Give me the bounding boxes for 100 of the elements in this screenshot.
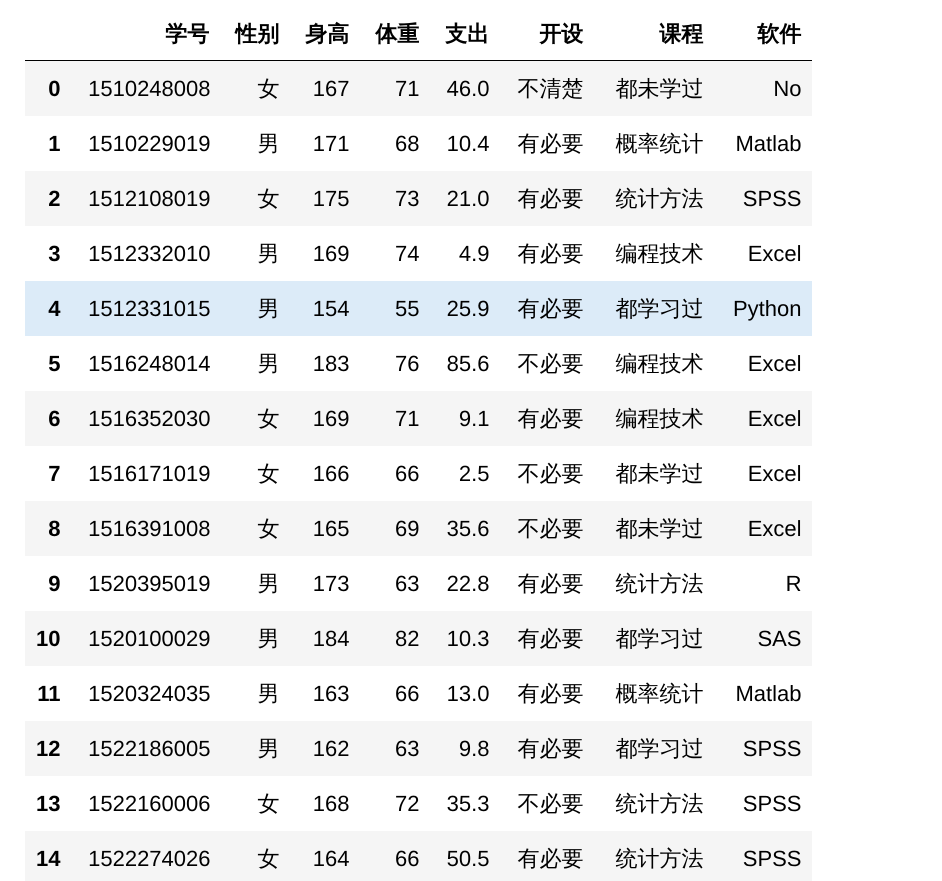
table-cell: 10.4 xyxy=(430,116,500,171)
table-cell: Excel xyxy=(714,446,812,501)
row-index: 9 xyxy=(25,556,72,611)
table-cell: 不清楚 xyxy=(500,60,594,116)
table-cell: 164 xyxy=(290,831,360,881)
row-index: 1 xyxy=(25,116,72,171)
table-cell: 184 xyxy=(290,611,360,666)
table-cell: 66 xyxy=(360,666,430,721)
table-cell: 不必要 xyxy=(500,501,594,556)
table-cell: 都学习过 xyxy=(594,721,714,776)
table-cell: 1512108019 xyxy=(71,171,220,226)
table-cell: 22.8 xyxy=(430,556,500,611)
table-cell: 165 xyxy=(290,501,360,556)
row-index: 4 xyxy=(25,281,72,336)
table-cell: 183 xyxy=(290,336,360,391)
table-cell: 编程技术 xyxy=(594,391,714,446)
table-cell: 1520100029 xyxy=(71,611,220,666)
table-cell: 统计方法 xyxy=(594,831,714,881)
table-cell: 1516391008 xyxy=(71,501,220,556)
table-cell: 154 xyxy=(290,281,360,336)
table-cell: 21.0 xyxy=(430,171,500,226)
row-index: 11 xyxy=(25,666,72,721)
table-cell: Excel xyxy=(714,336,812,391)
table-cell: 都未学过 xyxy=(594,446,714,501)
table-cell: 有必要 xyxy=(500,611,594,666)
table-cell: 166 xyxy=(290,446,360,501)
table-cell: 不必要 xyxy=(500,446,594,501)
table-cell: 35.6 xyxy=(430,501,500,556)
table-cell: 10.3 xyxy=(430,611,500,666)
table-cell: 不必要 xyxy=(500,776,594,831)
table-cell: 71 xyxy=(360,60,430,116)
row-index: 0 xyxy=(25,60,72,116)
table-cell: 编程技术 xyxy=(594,336,714,391)
table-cell: 9.8 xyxy=(430,721,500,776)
table-cell: 有必要 xyxy=(500,281,594,336)
table-cell: 25.9 xyxy=(430,281,500,336)
table-cell: 男 xyxy=(220,116,290,171)
table-cell: 1512331015 xyxy=(71,281,220,336)
table-cell: 55 xyxy=(360,281,430,336)
table-cell: 女 xyxy=(220,501,290,556)
row-index: 2 xyxy=(25,171,72,226)
table-cell: SPSS xyxy=(714,171,812,226)
table-cell: 有必要 xyxy=(500,721,594,776)
table-cell: 2.5 xyxy=(430,446,500,501)
table-cell: 男 xyxy=(220,336,290,391)
table-cell: 63 xyxy=(360,721,430,776)
table-cell: 173 xyxy=(290,556,360,611)
table-cell: Matlab xyxy=(714,116,812,171)
table-cell: 男 xyxy=(220,281,290,336)
row-index: 7 xyxy=(25,446,72,501)
table-cell: Excel xyxy=(714,226,812,281)
table-cell: 都未学过 xyxy=(594,501,714,556)
table-cell: 72 xyxy=(360,776,430,831)
row-index: 6 xyxy=(25,391,72,446)
table-cell: 女 xyxy=(220,831,290,881)
table-cell: 1516352030 xyxy=(71,391,220,446)
row-index: 14 xyxy=(25,831,72,881)
table-cell: 35.3 xyxy=(430,776,500,831)
table-cell: 有必要 xyxy=(500,116,594,171)
table-cell: 175 xyxy=(290,171,360,226)
table-cell: Python xyxy=(714,281,812,336)
table-cell: Excel xyxy=(714,501,812,556)
table-cell: 女 xyxy=(220,776,290,831)
table-cell: 1510229019 xyxy=(71,116,220,171)
table-cell: 女 xyxy=(220,446,290,501)
row-index: 13 xyxy=(25,776,72,831)
table-cell: 168 xyxy=(290,776,360,831)
table-cell: 都未学过 xyxy=(594,60,714,116)
table-cell: SAS xyxy=(714,611,812,666)
table-cell: R xyxy=(714,556,812,611)
table-cell: 女 xyxy=(220,60,290,116)
table-cell: 男 xyxy=(220,556,290,611)
table-cell: 1510248008 xyxy=(71,60,220,116)
table-cell: 68 xyxy=(360,116,430,171)
table-cell: 统计方法 xyxy=(594,171,714,226)
table-cell: 有必要 xyxy=(500,831,594,881)
table-cell: 有必要 xyxy=(500,171,594,226)
table-cell: 63 xyxy=(360,556,430,611)
table-cell: SPSS xyxy=(714,831,812,881)
table-cell: 71 xyxy=(360,391,430,446)
table-cell: 女 xyxy=(220,391,290,446)
table-cell: 76 xyxy=(360,336,430,391)
table-cell: 概率统计 xyxy=(594,116,714,171)
table-cell: 50.5 xyxy=(430,831,500,881)
table-cell: 男 xyxy=(220,611,290,666)
table-cell: 不必要 xyxy=(500,336,594,391)
table-cell: 1522274026 xyxy=(71,831,220,881)
table-cell: Excel xyxy=(714,391,812,446)
table-cell: 女 xyxy=(220,171,290,226)
row-index: 8 xyxy=(25,501,72,556)
table-cell: 1522160006 xyxy=(71,776,220,831)
table-cell: 167 xyxy=(290,60,360,116)
table-cell: SPSS xyxy=(714,721,812,776)
table-cell: 9.1 xyxy=(430,391,500,446)
table-cell: 男 xyxy=(220,666,290,721)
table-cell: 编程技术 xyxy=(594,226,714,281)
table-cell: 有必要 xyxy=(500,556,594,611)
table-cell: 69 xyxy=(360,501,430,556)
table-cell: 都学习过 xyxy=(594,281,714,336)
table-cell: 统计方法 xyxy=(594,776,714,831)
